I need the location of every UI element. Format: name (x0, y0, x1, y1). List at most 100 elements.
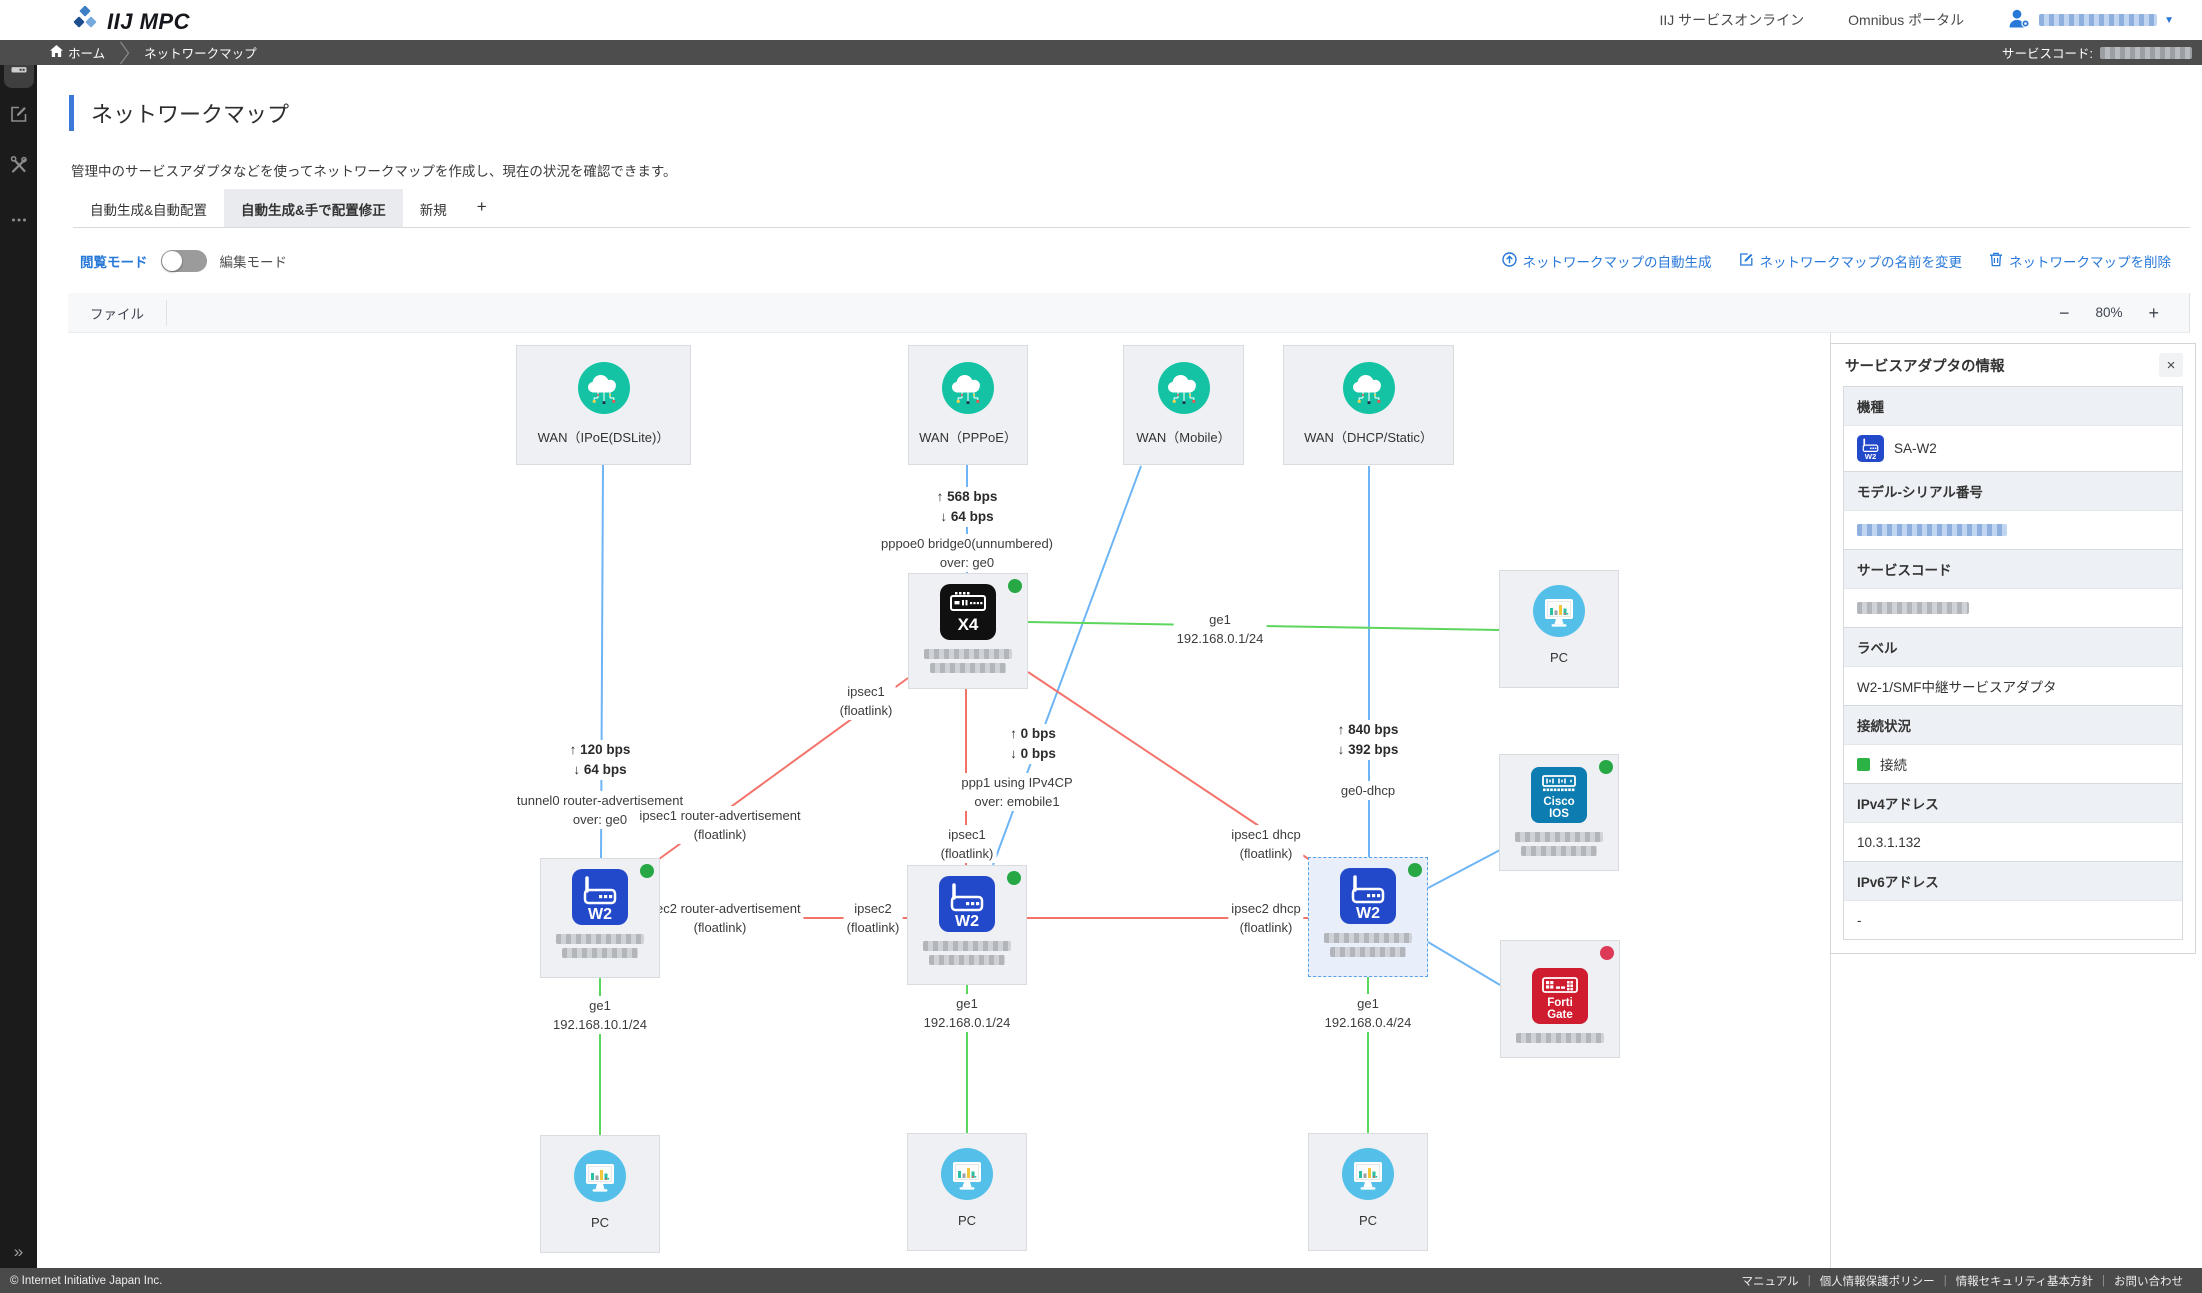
user-menu[interactable]: ▼ (2008, 9, 2174, 32)
header-nav-link-0[interactable]: IIJ サービスオンライン (1660, 10, 1805, 30)
node-pc-right[interactable]: PC (1499, 570, 1619, 688)
footer-link-0[interactable]: マニュアル (1733, 1273, 1808, 1289)
panel-field-value (1844, 510, 2182, 549)
edit-mode-toggle[interactable] (161, 250, 207, 272)
sidebar-item-edit[interactable] (4, 102, 33, 131)
sa-w2-icon: W2 (1857, 435, 1884, 462)
action-2[interactable]: ネットワークマップを削除 (1989, 251, 2171, 271)
redacted-text (1324, 933, 1412, 943)
node-wan-dhcp[interactable]: WAN（DHCP/Static） (1283, 345, 1454, 465)
pc-monitor-icon (1532, 584, 1586, 643)
svg-text:Cisco: Cisco (1543, 796, 1574, 808)
app-header: IIJ MPC IIJ サービスオンライン Omnibus ポータル ▼ (0, 0, 2202, 40)
panel-field-label: モデル-シリアル番号 (1844, 471, 2182, 510)
link-label: pppoe0 bridge0(unnumbered)over: ge0 (878, 534, 1056, 572)
redacted-text (929, 955, 1005, 965)
status-connected-icon (1857, 758, 1870, 771)
wan-cloud-icon (941, 361, 995, 420)
map-toolbar: ファイル − 80% + (68, 293, 2190, 333)
wan-cloud-icon (1342, 361, 1396, 420)
panel-field-value: W2SA-W2 (1844, 425, 2182, 471)
file-menu[interactable]: ファイル (90, 303, 144, 323)
node-pc-1[interactable]: PC (540, 1135, 660, 1253)
zoom-out-button[interactable]: − (2059, 304, 2070, 322)
sa-w2-icon: W2 (939, 876, 995, 937)
node-w2-mid[interactable]: W2 (907, 865, 1027, 985)
node-label: PC (1550, 650, 1568, 665)
map-tabs: 自動生成&自動配置自動生成&手で配置修正新規+ (73, 189, 2190, 228)
breadcrumb-home[interactable]: ホーム (50, 43, 105, 62)
logo-text: IIJ MPC (107, 9, 190, 35)
tab-3[interactable]: + (464, 189, 500, 227)
mode-row: 閲覧モード 編集モード (80, 247, 287, 275)
svg-text:IOS: IOS (1549, 808, 1569, 820)
toolbar-separator (166, 300, 167, 326)
network-map-canvas[interactable]: ↑ 568 bps↓ 64 bpspppoe0 bridge0(unnumber… (0, 333, 1830, 1268)
node-pc-3[interactable]: PC (1308, 1133, 1428, 1251)
status-green-dot (1408, 863, 1422, 877)
tools-icon (9, 155, 29, 180)
close-icon[interactable]: × (2159, 353, 2183, 377)
service-code-label: サービスコード: (2002, 43, 2093, 62)
node-w2-left[interactable]: W2 (540, 858, 660, 978)
cisco-ios-icon: CiscoIOS (1531, 767, 1587, 828)
logo-cubes-icon (72, 6, 98, 37)
adapter-info-panel: サービスアダプタの情報 × 機種W2SA-W2モデル-シリアル番号サービスコード… (1830, 343, 2196, 954)
svg-text:Gate: Gate (1547, 1009, 1573, 1021)
link-label: ipsec1(floatlink) (938, 825, 997, 863)
sidebar-expand-button[interactable]: » (0, 1242, 37, 1262)
pc-monitor-icon (1341, 1147, 1395, 1206)
svg-text:W2: W2 (588, 906, 612, 923)
tab-1[interactable]: 自動生成&手で配置修正 (224, 189, 403, 227)
header-nav: IIJ サービスオンライン Omnibus ポータル ▼ (1660, 0, 2175, 40)
wan-cloud-icon (577, 361, 631, 420)
svg-text:W2: W2 (1865, 452, 1877, 461)
redacted-text (556, 934, 644, 944)
sidebar-item-more[interactable] (4, 208, 33, 237)
node-wan-mobile[interactable]: WAN（Mobile） (1123, 345, 1244, 465)
node-wan-pppoe[interactable]: WAN（PPPoE） (908, 345, 1028, 465)
node-pc-2[interactable]: PC (907, 1133, 1027, 1251)
generate-icon (1502, 252, 1517, 270)
panel-field-value: - (1844, 900, 2182, 939)
footer-link-1[interactable]: 個人情報保護ポリシー (1811, 1273, 1944, 1289)
seil-x4-icon: X4 (940, 584, 996, 645)
node-x4[interactable]: X4 (908, 573, 1028, 689)
node-label: WAN（Mobile） (1136, 427, 1230, 446)
link-label: ge1192.168.0.4/24 (1322, 994, 1415, 1032)
breadcrumb: ホーム ネットワークマップ サービスコード: (0, 40, 2202, 65)
node-label: PC (958, 1213, 976, 1228)
node-cisco-ios[interactable]: CiscoIOS (1499, 754, 1619, 871)
action-0[interactable]: ネットワークマップの自動生成 (1502, 251, 1712, 271)
home-icon (50, 45, 63, 60)
node-wan-ipoe[interactable]: WAN（IPoE(DSLite)） (516, 345, 691, 465)
node-fortigate[interactable]: FortiGate (1500, 940, 1620, 1058)
sa-w2-icon: W2 (1340, 868, 1396, 929)
node-w2-right[interactable]: W2 (1308, 857, 1428, 977)
redacted-text (1857, 602, 1969, 614)
pc-monitor-icon (940, 1147, 994, 1206)
tab-0[interactable]: 自動生成&自動配置 (73, 189, 224, 227)
tab-2[interactable]: 新規 (403, 189, 464, 227)
sidebar-item-tools[interactable] (4, 153, 33, 182)
panel-field-value: 10.3.1.132 (1844, 822, 2182, 861)
footer-link-2[interactable]: 情報セキュリティ基本方針 (1947, 1273, 2102, 1289)
footer-link-3[interactable]: お問い合わせ (2105, 1273, 2192, 1289)
link-label: ge0-dhcp (1338, 781, 1398, 800)
pc-monitor-icon (573, 1149, 627, 1208)
redacted-text (930, 663, 1006, 673)
rename-icon (1739, 252, 1754, 270)
ellipsis-icon (9, 210, 29, 235)
panel-field-value: W2-1/SMF中継サービスアダプタ (1844, 666, 2182, 705)
link-label: ipsec2(floatlink) (844, 899, 903, 937)
node-label: PC (1359, 1213, 1377, 1228)
panel-field-label: IPv4アドレス (1844, 783, 2182, 822)
link-label: ipsec1(floatlink) (837, 682, 896, 720)
delete-icon (1989, 252, 2003, 270)
action-1[interactable]: ネットワークマップの名前を変更 (1739, 251, 1963, 271)
page-footer: © Internet Initiative Japan Inc. マニュアル|個… (0, 1268, 2202, 1293)
zoom-in-button[interactable]: + (2148, 304, 2159, 322)
link-label: ↑ 120 bps↓ 64 bps (567, 740, 634, 780)
service-code-redacted (2100, 47, 2192, 59)
header-nav-link-1[interactable]: Omnibus ポータル (1848, 10, 1964, 30)
